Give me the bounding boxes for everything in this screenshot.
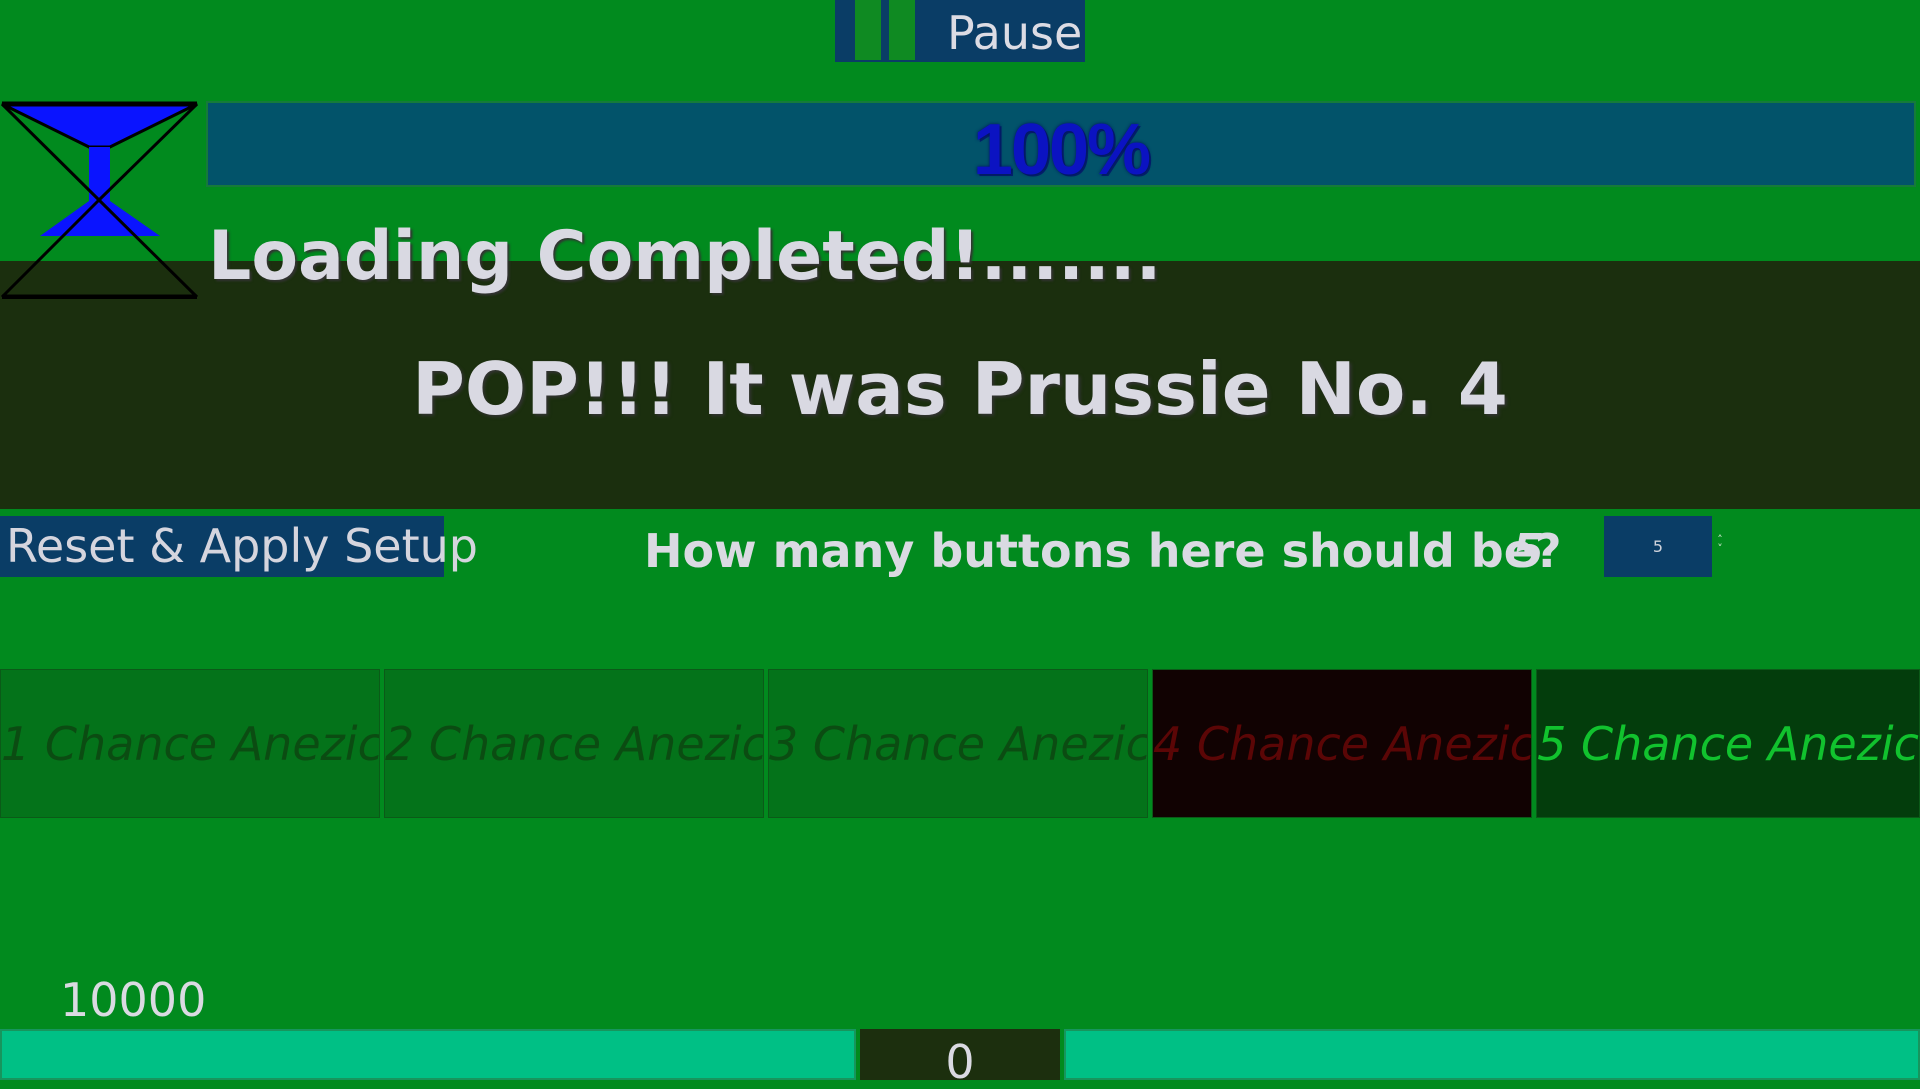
chance-button-2[interactable]: 2 Chance Anezic — [384, 669, 764, 818]
chance-button-4[interactable]: 4 Chance Anezic — [1152, 669, 1532, 818]
spinbox-arrows-icon[interactable]: ˄ ˅ — [1714, 534, 1726, 555]
bottom-bar-left — [0, 1029, 856, 1080]
chance-button-5[interactable]: 5 Chance Anezic — [1536, 669, 1920, 818]
progress-bar: 100% — [206, 101, 1916, 190]
chance-button-3[interactable]: 3 Chance Anezic — [768, 669, 1148, 818]
progress-percent: 100% — [972, 110, 1151, 190]
button-count-value: 5 — [1512, 524, 1545, 578]
button-count-question: How many buttons here should be? — [644, 524, 1562, 578]
bottom-counter: 0 — [945, 1035, 975, 1089]
chance-button-1[interactable]: 1 Chance Anezic — [0, 669, 380, 818]
bottom-counter-box: 0 — [860, 1029, 1060, 1089]
button-count-spinbox[interactable]: 5 — [1604, 516, 1712, 577]
score-value: 10000 — [60, 973, 207, 1027]
pause-button-label: Pause — [947, 6, 1083, 60]
pause-icon — [855, 0, 919, 62]
result-message: POP!!! It was Prussie No. 4 — [412, 347, 1508, 431]
bottom-bar-right — [1064, 1029, 1920, 1080]
pause-button[interactable]: Pause — [835, 0, 1085, 62]
loading-status: Loading Completed!....... — [208, 217, 1162, 296]
reset-apply-button[interactable]: Reset & Apply Setup — [0, 516, 478, 577]
hourglass-icon — [0, 101, 199, 299]
